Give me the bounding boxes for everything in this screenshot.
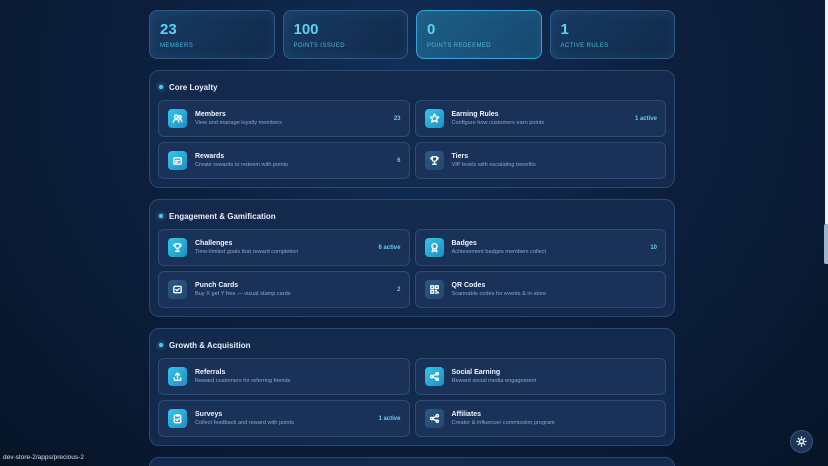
section-header: Growth & Acquisition: [158, 339, 666, 351]
section-header: Engagement & Gamification: [158, 210, 666, 222]
card-title: Referrals: [195, 369, 226, 376]
card-affiliates[interactable]: Affiliates Creator & influencer commissio…: [414, 400, 666, 437]
card-description: Reward customers for referring friends: [195, 378, 291, 384]
stat-points-issued[interactable]: 100 POINTS ISSUED: [282, 10, 408, 59]
users-icon: [168, 109, 187, 128]
card-challenges[interactable]: Challenges Time-limited goals that reward…: [158, 229, 410, 266]
stat-value: 1: [560, 21, 569, 38]
card-title: Affiliates: [451, 411, 482, 418]
card-count: 6 active: [378, 244, 401, 251]
stat-points-redeemed[interactable]: 0 POINTS REDEEMED: [416, 10, 542, 59]
gift-icon: [168, 151, 187, 170]
section-title: Growth & Acquisition: [169, 340, 251, 350]
card-social-earning[interactable]: Social Earning Reward social media engage…: [414, 358, 666, 395]
card-description: Configure how customers earn points: [451, 120, 545, 126]
card-count: 1 active: [634, 115, 657, 122]
star-icon: [424, 109, 444, 128]
card-title: QR Codes: [451, 282, 486, 289]
trophy-icon: [168, 238, 187, 257]
card-description: Achievement badges members collect: [451, 249, 547, 255]
card-description: Scannable codes for events & in-store: [451, 291, 547, 297]
stat-members[interactable]: 23 MEMBERS: [149, 10, 275, 59]
card-title: Social Earning: [451, 369, 501, 376]
card-description: Reward social media engagement: [451, 378, 537, 384]
trophy-icon: [424, 151, 444, 170]
card-title: Tiers: [451, 153, 469, 160]
card-referrals[interactable]: Referrals Reward customers for referring …: [158, 358, 410, 395]
section-growth: Growth & Acquisition Referrals Reward cus…: [149, 328, 675, 446]
card-description: Time-limited goals that reward completio…: [195, 249, 299, 255]
section-engagement: Engagement & Gamification Challenges Time…: [149, 199, 675, 317]
card-description: Creator & influencer commission program: [451, 420, 555, 426]
stat-active-rules[interactable]: 1 ACTIVE RULES: [549, 10, 675, 59]
card-qr-codes[interactable]: QR Codes Scannable codes for events & in-…: [414, 271, 666, 308]
card-title: Rewards: [195, 153, 225, 160]
card-tiers[interactable]: Tiers VIP levels with escalating benefits: [414, 142, 666, 179]
section-title: Core Loyalty: [169, 82, 218, 92]
card-earning-rules[interactable]: Earning Rules Configure how customers ear…: [414, 100, 666, 137]
card-description: Create rewards to redeem with points: [195, 162, 288, 168]
stat-label: POINTS REDEEMED: [427, 43, 492, 49]
sun-icon: [796, 436, 807, 447]
stat-value: 0: [427, 21, 436, 38]
clipboard-icon: [168, 409, 187, 428]
section-title: Engagement & Gamification: [169, 211, 276, 221]
card-members[interactable]: Members View and manage loyalty members 2…: [158, 100, 410, 137]
card-description: Buy X get Y free — visual stamp cards: [195, 291, 291, 297]
status-bar-url: dev-store-2/apps/precious-2: [0, 452, 87, 466]
dashboard: 23 MEMBERS 100 POINTS ISSUED 0 POINTS RE…: [149, 10, 675, 466]
section-header: Core Loyalty: [158, 81, 666, 93]
section-dot: [159, 214, 163, 218]
section-core-loyalty: Core Loyalty Members View and manage loya…: [149, 70, 675, 188]
scrollbar-thumb[interactable]: [824, 224, 828, 264]
card-description: VIP levels with escalating benefits: [451, 162, 536, 168]
share-icon: [168, 367, 187, 386]
card-description: Collect feedback and reward with points: [195, 420, 294, 426]
network-icon: [424, 367, 444, 386]
stat-label: MEMBERS: [160, 43, 194, 49]
card-count: 23: [393, 115, 401, 122]
card-count: 6: [397, 157, 401, 164]
card-count: 1 active: [378, 415, 401, 422]
card-surveys[interactable]: Surveys Collect feedback and reward with …: [158, 400, 410, 437]
card-title: Challenges: [195, 240, 233, 247]
card-badges[interactable]: Badges Achievement badges members collect…: [414, 229, 666, 266]
card-title: Surveys: [195, 411, 223, 418]
theme-toggle-button[interactable]: [790, 430, 813, 453]
section-dot: [159, 343, 163, 347]
card-punch-cards[interactable]: Punch Cards Buy X get Y free — visual sta…: [158, 271, 410, 308]
card-title: Badges: [451, 240, 477, 247]
card-count: 2: [397, 286, 401, 293]
link-icon: [424, 409, 444, 428]
medal-icon: [424, 238, 444, 257]
card-title: Members: [195, 111, 226, 118]
qr-icon: [424, 280, 444, 299]
card-title: Punch Cards: [195, 282, 239, 289]
stat-value: 100: [293, 21, 319, 38]
stat-label: POINTS ISSUED: [293, 43, 346, 49]
stat-label: ACTIVE RULES: [560, 43, 609, 49]
section-next-partial: [149, 457, 675, 466]
card-count: 10: [650, 244, 657, 251]
card-description: View and manage loyalty members: [195, 120, 282, 126]
card-title: Earning Rules: [451, 111, 499, 118]
card-icon: [168, 280, 187, 299]
section-dot: [159, 85, 163, 89]
card-rewards[interactable]: Rewards Create rewards to redeem with poi…: [158, 142, 410, 179]
stats-row: 23 MEMBERS 100 POINTS ISSUED 0 POINTS RE…: [149, 10, 675, 59]
stat-value: 23: [160, 21, 177, 38]
